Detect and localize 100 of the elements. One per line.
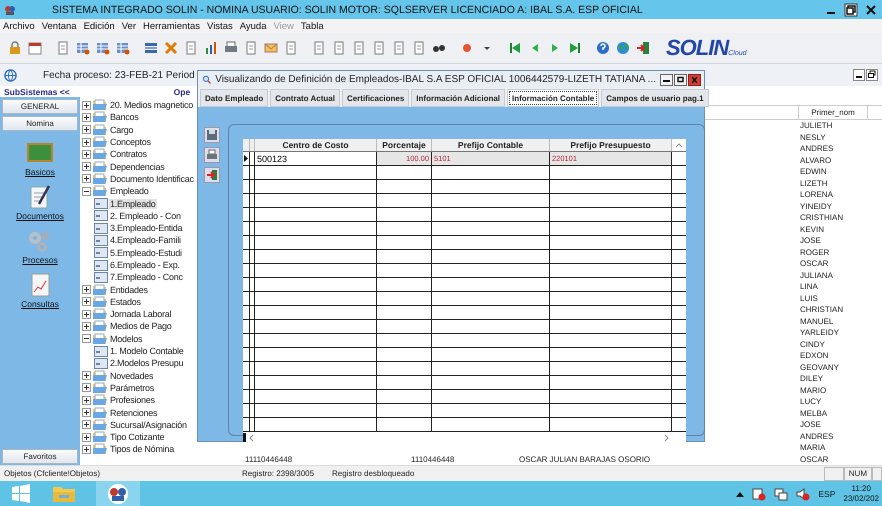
clock-time[interactable]: 11:20 (851, 484, 871, 494)
tree-item[interactable]: Tipo Cotizante (109, 432, 166, 442)
tree-item[interactable]: 7.Empleado - Conc (109, 272, 184, 282)
print-icon[interactable] (204, 147, 220, 163)
close-icon[interactable] (688, 74, 701, 86)
tab[interactable]: Campos de usuario pag.1 (601, 89, 709, 107)
expand-icon[interactable] (82, 100, 91, 110)
tree-item[interactable]: 1.Empleado (109, 198, 157, 209)
scroll-up-icon[interactable] (675, 142, 683, 148)
tree-item[interactable]: Dependencias (109, 162, 166, 172)
lock-icon[interactable] (8, 41, 22, 55)
tree-item[interactable]: Parámetros (109, 382, 156, 393)
document-icon[interactable] (56, 41, 70, 55)
tree-item[interactable]: 1. Modelo Contable (109, 346, 185, 356)
column-header[interactable]: Prefijo Contable (432, 139, 550, 151)
menu-item[interactable]: Ayuda (240, 20, 266, 32)
table-delete-icon[interactable] (116, 41, 130, 55)
page-icon[interactable] (412, 41, 426, 55)
app-icon[interactable] (106, 482, 130, 504)
expand-icon[interactable] (82, 371, 91, 380)
expand-icon[interactable] (82, 162, 91, 172)
column-header[interactable]: Prefijo Presupuesto (550, 139, 672, 151)
page-icon[interactable] (312, 41, 326, 55)
record-icon[interactable] (460, 41, 474, 55)
tree-item[interactable]: 2. Empleado - Con (109, 210, 182, 221)
restore-icon[interactable] (844, 2, 858, 16)
language-indicator[interactable]: ESP (818, 488, 836, 498)
maximize-icon[interactable] (674, 74, 687, 86)
menu-item[interactable]: Tabla (300, 20, 324, 32)
first-icon[interactable] (508, 41, 522, 55)
tree-item[interactable]: Contratos (109, 149, 148, 160)
minimize-icon[interactable] (660, 74, 673, 86)
bar-chart-icon[interactable] (204, 41, 218, 55)
menu-item[interactable]: Ver (122, 20, 136, 32)
menu-item[interactable]: Vistas (207, 20, 233, 32)
expand-icon[interactable] (82, 112, 91, 122)
table-add-icon[interactable] (76, 41, 90, 55)
expand-icon[interactable] (82, 396, 91, 405)
menu-item[interactable]: Herramientas (143, 20, 200, 32)
tree-item[interactable]: Documento Identificac (109, 174, 195, 184)
collapse-icon[interactable] (82, 334, 91, 344)
calendar-icon[interactable] (28, 41, 42, 55)
subsystems-label[interactable]: SubSistemas << (4, 86, 70, 96)
caret-up-icon[interactable] (736, 490, 744, 496)
minimize-icon[interactable] (853, 69, 865, 81)
mail-icon[interactable] (264, 41, 278, 55)
tree-item[interactable]: Bancos (109, 112, 140, 122)
expand-icon[interactable] (82, 297, 91, 306)
tree-item[interactable]: Retenciones (109, 408, 158, 418)
expand-icon[interactable] (82, 444, 91, 454)
tab[interactable]: Información Adicional (411, 89, 506, 107)
expand-icon[interactable] (82, 432, 91, 442)
expand-icon[interactable] (82, 285, 91, 294)
expand-icon[interactable] (82, 408, 91, 418)
collapse-icon[interactable] (82, 186, 91, 196)
column-header[interactable]: Centro de Costo (255, 139, 377, 151)
module-label[interactable]: Consultas (21, 299, 59, 309)
expand-icon[interactable] (82, 138, 91, 147)
module-label[interactable]: Procesos (22, 255, 58, 265)
last-icon[interactable] (568, 41, 582, 55)
tree-item[interactable]: Novedades (109, 370, 154, 381)
expand-icon[interactable] (82, 322, 91, 331)
menu-item[interactable]: Ventana (42, 20, 77, 32)
menu-item[interactable]: Edición (84, 20, 115, 32)
delete-icon[interactable] (164, 41, 178, 55)
tree-item[interactable]: Entidades (109, 284, 149, 295)
form-icon[interactable] (184, 41, 198, 55)
expand-icon[interactable] (82, 174, 91, 184)
tab[interactable]: Contrato Actual (270, 89, 340, 107)
globe-icon[interactable] (616, 41, 630, 55)
tab[interactable]: Certificaciones (342, 89, 410, 107)
module-label[interactable]: Documentos (16, 211, 64, 221)
favorites-button[interactable]: Favoritos (2, 449, 78, 464)
speaker-icon[interactable] (796, 486, 810, 500)
tree-item[interactable]: 6.Empleado - Exp. (109, 260, 181, 270)
exit-icon[interactable] (636, 41, 650, 55)
tree-item[interactable]: Estados (109, 296, 142, 307)
tree-item[interactable]: Profesiones (109, 395, 156, 406)
help-icon[interactable] (596, 41, 610, 55)
scroll-left-icon[interactable] (248, 434, 254, 442)
tree-item[interactable]: Conceptos (109, 137, 152, 148)
tree-item[interactable]: Tipos de Nómina (109, 444, 175, 454)
expand-icon[interactable] (82, 420, 91, 430)
scroll-right-icon[interactable] (664, 434, 670, 442)
tree-item[interactable]: 5.Empleado-Estudi (109, 248, 183, 258)
tree-item[interactable]: Cargo (109, 124, 134, 135)
group-button[interactable]: GENERAL (2, 99, 78, 114)
exit-icon[interactable] (204, 167, 220, 183)
expand-icon[interactable] (82, 310, 91, 319)
expand-icon[interactable] (82, 125, 91, 134)
tree-item[interactable]: 2.Modelos Presupu (109, 358, 184, 368)
tab[interactable]: Dato Empleado (200, 89, 268, 107)
tree-item[interactable]: 3.Empleado-Entida (109, 223, 184, 234)
tree-item[interactable]: 4.Empleado-Famili (109, 235, 182, 246)
tree-item[interactable]: 20. Medios magnetico (109, 100, 194, 110)
close-icon[interactable] (864, 2, 878, 16)
tree-item[interactable]: Jornada Laboral (109, 309, 172, 320)
tree-item[interactable]: Empleado (109, 186, 150, 196)
tree-item[interactable]: Modelos (109, 334, 144, 344)
expand-icon[interactable] (82, 150, 91, 159)
